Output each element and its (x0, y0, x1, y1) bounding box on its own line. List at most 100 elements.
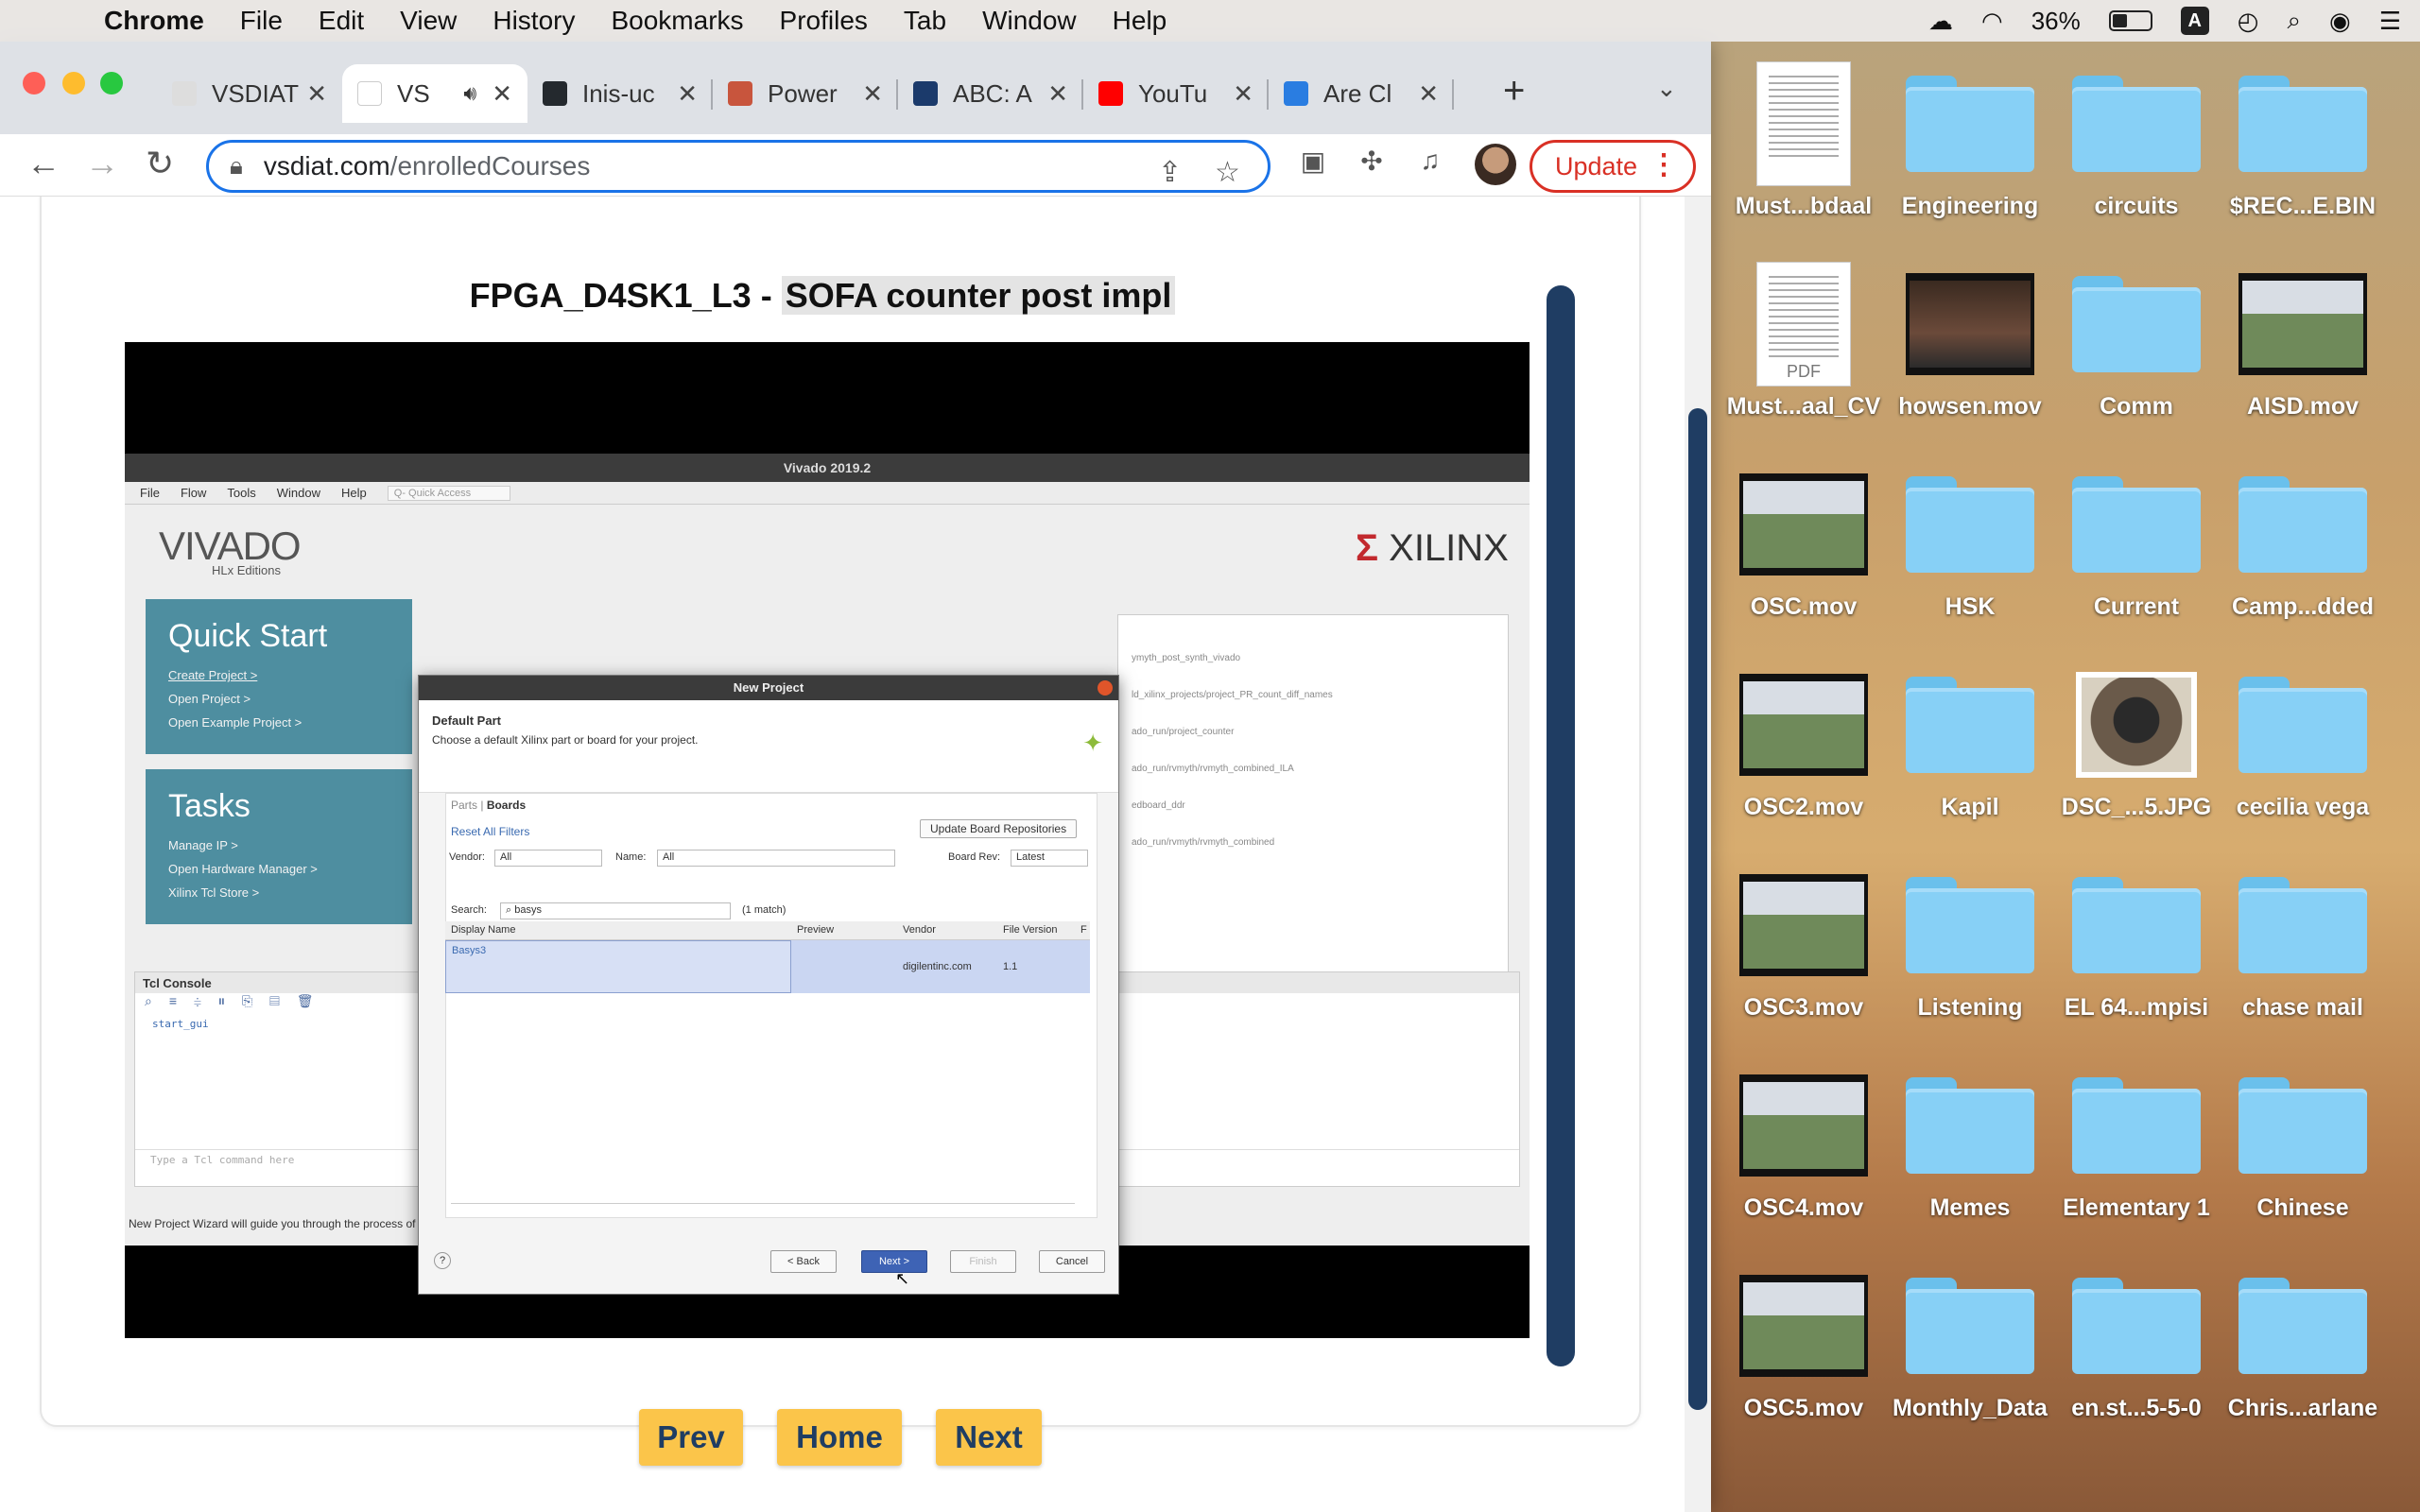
menu-profiles[interactable]: Profiles (780, 6, 868, 36)
menu-history[interactable]: History (493, 6, 575, 36)
tab-close-icon[interactable]: ✕ (1047, 79, 1068, 109)
battery-icon[interactable] (2108, 10, 2152, 31)
desktop-item[interactable]: en.st...5-5-0 (2053, 1261, 2220, 1461)
desktop-item[interactable]: OSC3.mov (1720, 860, 1887, 1060)
menu-tab[interactable]: Tab (904, 6, 946, 36)
vivado-titlebar: Vivado 2019.2 (125, 454, 1530, 482)
update-button[interactable]: Update ⋮ (1530, 140, 1696, 193)
desktop-item[interactable]: OSC.mov (1720, 459, 1887, 660)
browser-tab[interactable]: VSDIAT ✕ (157, 64, 342, 123)
minimize-window-icon[interactable] (62, 72, 85, 94)
page-scrollbar-thumb[interactable] (1688, 408, 1707, 1410)
video-thumbnail-icon (1904, 268, 2036, 380)
desktop-item[interactable]: DSC_...5.JPG (2053, 660, 2220, 860)
lesson-title-highlight: SOFA counter post impl (781, 276, 1176, 315)
desktop-item[interactable]: PDF Must...aal_CV (1720, 259, 1887, 459)
menu-view[interactable]: View (400, 6, 457, 36)
desktop-item[interactable]: cecilia vega (2220, 660, 2386, 860)
tab-close-icon[interactable]: ✕ (492, 79, 512, 109)
reload-icon[interactable]: ↻ (146, 144, 174, 183)
desktop-item[interactable]: Kapil (1887, 660, 2053, 860)
clock-icon[interactable]: ◴ (2238, 7, 2259, 36)
new-tab-icon[interactable]: + (1503, 70, 1525, 112)
wifi-icon[interactable]: ◠ (1981, 7, 2003, 36)
extension-icon[interactable]: ▣ (1297, 146, 1329, 178)
desktop-item[interactable]: HSK (1887, 459, 2053, 660)
tab-close-icon[interactable]: ✕ (677, 79, 698, 109)
desktop-item[interactable]: $REC...E.BIN (2220, 59, 2386, 259)
desktop-item[interactable]: OSC2.mov (1720, 660, 1887, 860)
close-window-icon[interactable] (23, 72, 45, 94)
desktop-item[interactable]: Listening (1887, 860, 2053, 1060)
desktop-item[interactable]: Elementary 1 (2053, 1060, 2220, 1261)
tab-close-icon[interactable]: ✕ (306, 79, 327, 109)
puzzle-extensions-icon[interactable]: ✣ (1356, 146, 1388, 178)
desktop-item[interactable]: Camp...dded (2220, 459, 2386, 660)
search-icon[interactable]: ⌕ (2287, 6, 2301, 36)
menu-window[interactable]: Window (982, 6, 1077, 36)
lock-icon[interactable]: 🔒︎ (230, 151, 243, 181)
desktop-item[interactable]: Monthly_Data (1887, 1261, 2053, 1461)
zoom-window-icon[interactable] (100, 72, 123, 94)
profile-avatar[interactable] (1475, 144, 1516, 185)
menu-file[interactable]: File (240, 6, 283, 36)
menu-bookmarks[interactable]: Bookmarks (611, 6, 743, 36)
page-scrollbar[interactable] (1685, 197, 1711, 1512)
desktop-item[interactable]: howsen.mov (1887, 259, 2053, 459)
tab-close-icon[interactable]: ✕ (1233, 79, 1253, 109)
control-center-icon[interactable]: ☰ (2379, 7, 2401, 36)
board-vendor: digilentinc.com (903, 961, 972, 972)
browser-tab[interactable]: Inis-uc ✕ (527, 64, 713, 123)
menu-help[interactable]: Help (1113, 6, 1167, 36)
desktop-item[interactable]: Engineering (1887, 59, 2053, 259)
tab-audio-icon[interactable]: 🔊︎ (463, 81, 476, 106)
video-scrollbar[interactable] (1547, 285, 1575, 1366)
dialog-titlebar: New Project (419, 676, 1118, 700)
next-button[interactable]: Next (936, 1409, 1042, 1466)
col-f: F (1080, 924, 1087, 936)
menu-app-name[interactable]: Chrome (104, 6, 204, 36)
home-button[interactable]: Home (777, 1409, 902, 1466)
desktop-item[interactable]: Current (2053, 459, 2220, 660)
desktop-item[interactable]: AISD.mov (2220, 259, 2386, 459)
vivado-menu-help: Help (341, 486, 367, 500)
dialog-subheading: Choose a default Xilinx part or board fo… (432, 733, 699, 747)
input-source-icon[interactable]: A (2180, 7, 2209, 35)
browser-tab[interactable]: Power ✕ (713, 64, 898, 123)
tab-title: VS (397, 78, 430, 108)
video-player[interactable]: Vivado 2019.2 File Flow Tools Window Hel… (125, 342, 1530, 1338)
desktop-item[interactable]: Chinese (2220, 1060, 2386, 1261)
siri-icon[interactable]: ◉ (2329, 7, 2351, 36)
tab-search-chevron-icon[interactable]: ⌄ (1656, 74, 1677, 103)
menu-edit[interactable]: Edit (319, 6, 364, 36)
tab-close-icon[interactable]: ✕ (862, 79, 883, 109)
desktop-item[interactable]: EL 64...mpisi (2053, 860, 2220, 1060)
desktop-item-label: EL 64...mpisi (2064, 994, 2209, 1021)
tab-favicon-icon (728, 81, 752, 106)
desktop-item[interactable]: OSC5.mov (1720, 1261, 1887, 1461)
browser-tab[interactable]: Are Cl ✕ (1269, 64, 1454, 123)
share-icon[interactable]: ⇪ (1158, 156, 1182, 189)
browser-tab[interactable]: YouTu ✕ (1083, 64, 1269, 123)
more-menu-icon[interactable]: ⋮ (1650, 148, 1678, 181)
update-label: Update (1555, 151, 1638, 180)
prev-button[interactable]: Prev (639, 1409, 743, 1466)
tab-favicon-icon (172, 81, 197, 106)
media-control-icon[interactable]: ♫ (1414, 146, 1446, 178)
desktop-item[interactable]: chase mail (2220, 860, 2386, 1060)
desktop-item[interactable]: circuits (2053, 59, 2220, 259)
video-thumbnail-icon (1737, 869, 1870, 981)
desktop-item[interactable]: Comm (2053, 259, 2220, 459)
desktop-item[interactable]: Chris...arlane (2220, 1261, 2386, 1461)
forward-arrow-icon[interactable]: → (85, 144, 119, 183)
creative-cloud-icon[interactable]: ☁ (1928, 7, 1953, 36)
desktop-item[interactable]: Must...bdaal (1720, 59, 1887, 259)
desktop-item[interactable]: OSC4.mov (1720, 1060, 1887, 1261)
desktop-item[interactable]: Memes (1887, 1060, 2053, 1261)
browser-tab[interactable]: VS 🔊︎ ✕ (342, 64, 527, 123)
tab-close-icon[interactable]: ✕ (1418, 79, 1439, 109)
address-bar[interactable]: 🔒︎ vsdiat.com/enrolledCourses ⇪ ☆ (206, 140, 1270, 193)
back-arrow-icon[interactable]: ← (26, 144, 60, 183)
bookmark-star-icon[interactable]: ☆ (1215, 156, 1240, 189)
browser-tab[interactable]: ABC: A ✕ (898, 64, 1083, 123)
